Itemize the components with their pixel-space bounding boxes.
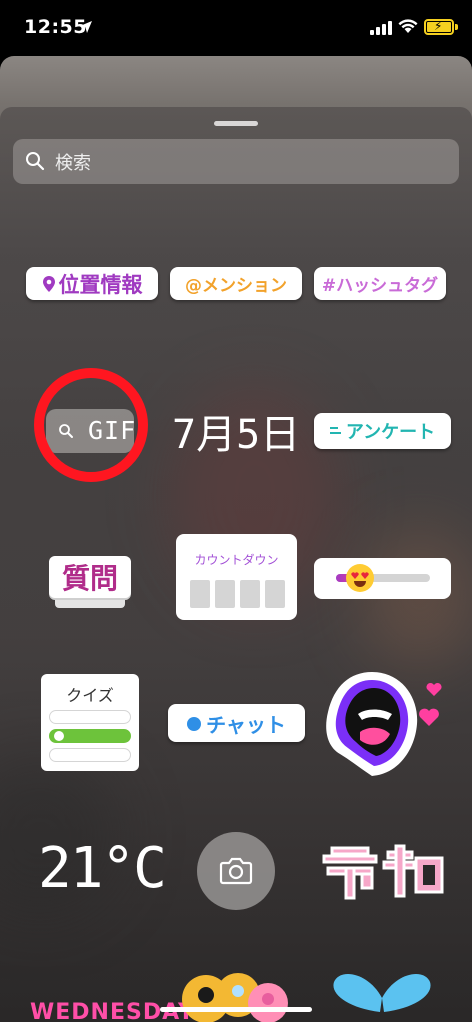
screaming-mouth-sticker[interactable] xyxy=(322,668,422,780)
hashtag-sticker[interactable]: #ハッシュタグ xyxy=(314,267,446,300)
status-bar: 12:55 ⚡ xyxy=(0,0,472,56)
countdown-digit-box xyxy=(190,580,210,608)
quiz-sticker[interactable]: クイズ xyxy=(41,674,139,771)
questions-sticker-label: 質問 xyxy=(61,562,118,595)
quiz-label: クイズ xyxy=(66,686,114,705)
quiz-correct-option xyxy=(49,729,131,743)
mention-sticker[interactable]: @メンション xyxy=(170,267,302,300)
butterfly-sticker[interactable] xyxy=(332,968,432,1022)
flower-sticker[interactable] xyxy=(176,965,292,1022)
questions-sticker[interactable]: 質問 xyxy=(49,556,131,608)
quiz-option xyxy=(49,748,131,762)
temperature-sticker[interactable]: 21°C xyxy=(38,836,167,901)
sticker-search-bar[interactable]: 検索 xyxy=(13,139,459,184)
search-input[interactable]: 検索 xyxy=(55,149,91,175)
camera-icon xyxy=(219,857,253,885)
battery-cap xyxy=(455,24,458,30)
poll-sticker-label: アンケート xyxy=(345,422,436,443)
questions-shelf xyxy=(55,600,125,608)
location-arrow-icon xyxy=(80,21,92,33)
location-sticker-label: 位置情報 xyxy=(58,272,143,297)
poll-lines-icon xyxy=(329,427,341,434)
check-icon xyxy=(54,731,64,741)
countdown-digit-box xyxy=(265,580,285,608)
hearts-icon xyxy=(419,682,442,726)
countdown-digit-box xyxy=(215,580,235,608)
heart-eyes-emoji-icon xyxy=(346,564,374,592)
battery-charging-icon: ⚡ xyxy=(424,19,454,35)
wifi-icon xyxy=(398,19,418,33)
mention-sticker-label: @メンション xyxy=(185,276,287,296)
highlight-circle xyxy=(34,368,148,482)
location-pin-icon xyxy=(42,275,55,292)
date-sticker[interactable]: 7月5日 xyxy=(172,402,300,460)
chat-bubble-icon xyxy=(187,717,202,731)
status-time: 12:55 xyxy=(24,16,87,38)
camera-button[interactable] xyxy=(197,832,275,910)
quiz-option xyxy=(49,710,131,724)
emoji-slider-sticker[interactable] xyxy=(314,558,451,599)
countdown-sticker[interactable]: カウントダウン xyxy=(176,534,297,620)
reiwa-sticker[interactable] xyxy=(322,842,446,900)
countdown-digit-box xyxy=(240,580,260,608)
location-sticker[interactable]: 位置情報 xyxy=(26,267,158,300)
countdown-label: カウントダウン xyxy=(194,553,279,567)
hashtag-sticker-label: #ハッシュタグ xyxy=(321,276,439,296)
home-indicator xyxy=(160,1007,312,1012)
chat-sticker[interactable]: チャット xyxy=(168,704,305,742)
chat-sticker-label: チャット xyxy=(206,712,286,737)
search-icon xyxy=(26,152,45,171)
cellular-signal-icon xyxy=(370,21,394,35)
tray-drag-handle[interactable] xyxy=(214,121,258,126)
poll-sticker[interactable]: アンケート xyxy=(314,413,451,449)
questions-box: 質問 xyxy=(49,556,131,598)
